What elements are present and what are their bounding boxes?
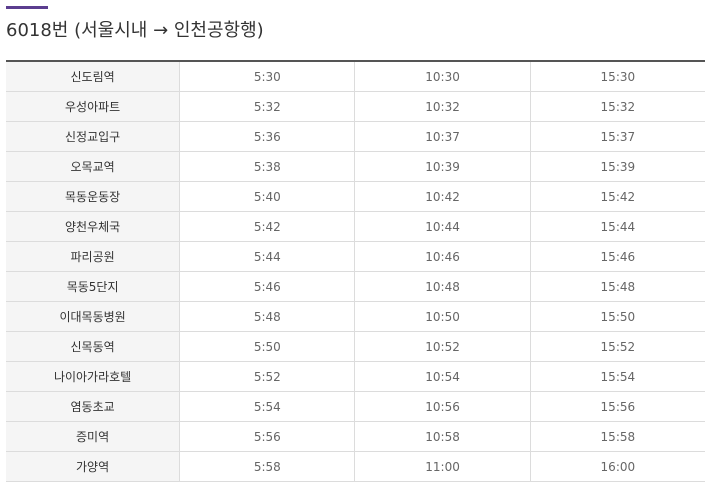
stop-name-cell: 오목교역 bbox=[6, 151, 180, 182]
table-row: 양천우체국 5:42 10:44 15:44 bbox=[6, 211, 705, 242]
departure-time-cell: 15:52 bbox=[529, 331, 705, 362]
table-row: 가양역 5:58 11:00 16:00 bbox=[6, 451, 705, 482]
departure-time-cell: 5:36 bbox=[179, 121, 355, 152]
table-row: 신정교입구 5:36 10:37 15:37 bbox=[6, 121, 705, 152]
table-row: 오목교역 5:38 10:39 15:39 bbox=[6, 151, 705, 182]
table-row: 파리공원 5:44 10:46 15:46 bbox=[6, 241, 705, 272]
departure-time-cell: 15:46 bbox=[529, 241, 705, 272]
table-row: 우성아파트 5:32 10:32 15:32 bbox=[6, 91, 705, 122]
departure-time-cell: 15:50 bbox=[529, 301, 705, 332]
table-row: 신도림역 5:30 10:30 15:30 bbox=[6, 61, 705, 92]
departure-time-cell: 10:32 bbox=[354, 91, 531, 122]
departure-time-cell: 15:56 bbox=[529, 391, 705, 422]
stop-name-cell: 신도림역 bbox=[6, 61, 180, 92]
departure-time-cell: 15:58 bbox=[529, 421, 705, 452]
departure-time-cell: 5:42 bbox=[179, 211, 355, 242]
departure-time-cell: 5:38 bbox=[179, 151, 355, 182]
departure-time-cell: 10:46 bbox=[354, 241, 531, 272]
table-row: 목동5단지 5:46 10:48 15:48 bbox=[6, 271, 705, 302]
stop-name-cell: 양천우체국 bbox=[6, 211, 180, 242]
title-accent-bar bbox=[6, 6, 48, 9]
departure-time-cell: 5:46 bbox=[179, 271, 355, 302]
departure-time-cell: 15:44 bbox=[529, 211, 705, 242]
departure-time-cell: 5:30 bbox=[179, 61, 355, 92]
departure-time-cell: 15:37 bbox=[529, 121, 705, 152]
departure-time-cell: 5:50 bbox=[179, 331, 355, 362]
stop-name-cell: 가양역 bbox=[6, 451, 180, 482]
departure-time-cell: 10:39 bbox=[354, 151, 531, 182]
table-row: 염동초교 5:54 10:56 15:56 bbox=[6, 391, 705, 422]
table-row: 나이아가라호텔 5:52 10:54 15:54 bbox=[6, 361, 705, 392]
stop-name-cell: 목동5단지 bbox=[6, 271, 180, 302]
stop-name-cell: 파리공원 bbox=[6, 241, 180, 272]
departure-time-cell: 5:40 bbox=[179, 181, 355, 212]
departure-time-cell: 10:48 bbox=[354, 271, 531, 302]
departure-time-cell: 16:00 bbox=[529, 451, 705, 482]
bus-schedule-table: 신도림역 5:30 10:30 15:30 우성아파트 5:32 10:32 15:32 신정교… bbox=[6, 60, 705, 482]
departure-time-cell: 10:54 bbox=[354, 361, 531, 392]
stop-name-cell: 우성아파트 bbox=[6, 91, 180, 122]
departure-time-cell: 15:39 bbox=[529, 151, 705, 182]
departure-time-cell: 15:42 bbox=[529, 181, 705, 212]
departure-time-cell: 10:44 bbox=[354, 211, 531, 242]
schedule-table-body: 신도림역 5:30 10:30 15:30 우성아파트 5:32 10:32 15:32 신정교… bbox=[6, 61, 705, 482]
departure-time-cell: 10:50 bbox=[354, 301, 531, 332]
stop-name-cell: 나이아가라호텔 bbox=[6, 361, 180, 392]
stop-name-cell: 이대목동병원 bbox=[6, 301, 180, 332]
departure-time-cell: 5:32 bbox=[179, 91, 355, 122]
departure-time-cell: 15:30 bbox=[529, 61, 705, 92]
table-row: 이대목동병원 5:48 10:50 15:50 bbox=[6, 301, 705, 332]
stop-name-cell: 신목동역 bbox=[6, 331, 180, 362]
stop-name-cell: 목동운동장 bbox=[6, 181, 180, 212]
departure-time-cell: 11:00 bbox=[354, 451, 531, 482]
page-title: 6018번 (서울시내 → 인천공항행) bbox=[6, 20, 264, 41]
departure-time-cell: 10:37 bbox=[354, 121, 531, 152]
departure-time-cell: 10:56 bbox=[354, 391, 531, 422]
departure-time-cell: 5:56 bbox=[179, 421, 355, 452]
departure-time-cell: 15:32 bbox=[529, 91, 705, 122]
table-row: 목동운동장 5:40 10:42 15:42 bbox=[6, 181, 705, 212]
departure-time-cell: 10:30 bbox=[354, 61, 531, 92]
table-row: 신목동역 5:50 10:52 15:52 bbox=[6, 331, 705, 362]
departure-time-cell: 5:58 bbox=[179, 451, 355, 482]
stop-name-cell: 염동초교 bbox=[6, 391, 180, 422]
stop-name-cell: 증미역 bbox=[6, 421, 180, 452]
departure-time-cell: 15:48 bbox=[529, 271, 705, 302]
departure-time-cell: 5:54 bbox=[179, 391, 355, 422]
departure-time-cell: 10:42 bbox=[354, 181, 531, 212]
departure-time-cell: 15:54 bbox=[529, 361, 705, 392]
departure-time-cell: 10:58 bbox=[354, 421, 531, 452]
table-row: 증미역 5:56 10:58 15:58 bbox=[6, 421, 705, 452]
departure-time-cell: 5:52 bbox=[179, 361, 355, 392]
departure-time-cell: 5:44 bbox=[179, 241, 355, 272]
departure-time-cell: 10:52 bbox=[354, 331, 531, 362]
stop-name-cell: 신정교입구 bbox=[6, 121, 180, 152]
departure-time-cell: 5:48 bbox=[179, 301, 355, 332]
